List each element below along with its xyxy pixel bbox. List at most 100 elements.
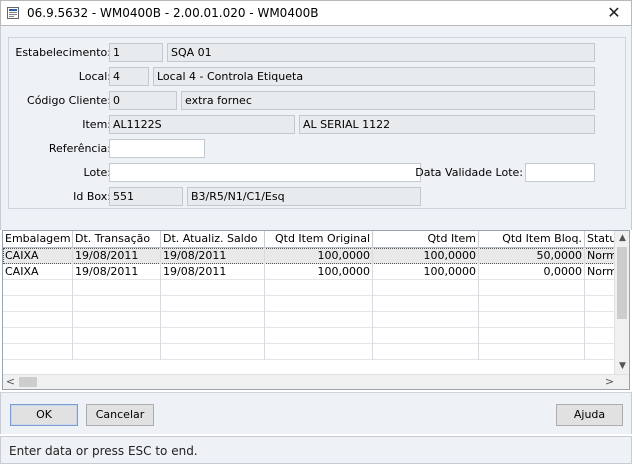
cell-qtd-item-original: 100,0000: [265, 248, 373, 264]
codigo-cliente-code-field[interactable]: 0: [109, 91, 177, 110]
cancel-button[interactable]: Cancelar: [86, 404, 154, 426]
header-form: Estabelecimento: 1 SQA 01 Local: 4 Local…: [8, 37, 626, 209]
vertical-scroll-thumb[interactable]: [617, 247, 627, 319]
empty-row: [3, 312, 615, 328]
empty-cell: [265, 312, 373, 328]
id-box-label: Id Box:: [73, 190, 111, 203]
horizontal-scroll-thumb[interactable]: [19, 377, 37, 387]
empty-cell: [3, 296, 73, 312]
status-message: Enter data or press ESC to end.: [9, 444, 198, 458]
cell-dt-transacao: 19/08/2011: [73, 248, 161, 264]
empty-cell: [373, 280, 479, 296]
estabelecimento-desc-field: SQA 01: [167, 43, 595, 62]
empty-row: [3, 280, 615, 296]
window-title: 06.9.5632 - WM0400B - 2.00.01.020 - WM04…: [27, 6, 319, 20]
empty-cell: [479, 328, 585, 344]
empty-cell: [73, 328, 161, 344]
help-button[interactable]: Ajuda: [556, 404, 623, 426]
empty-row: [3, 296, 615, 312]
referencia-label: Referência:: [48, 142, 111, 155]
empty-cell: [3, 328, 73, 344]
panel-separator: [0, 216, 632, 230]
empty-cell: [161, 296, 265, 312]
data-validade-lote-field[interactable]: [525, 163, 595, 182]
cell-embalagem: CAIXA: [3, 264, 73, 280]
app-icon: [7, 7, 19, 19]
header-form-panel: Estabelecimento: 1 SQA 01 Local: 4 Local…: [0, 26, 632, 216]
empty-cell: [161, 280, 265, 296]
empty-cell: [373, 296, 479, 312]
empty-cell: [265, 280, 373, 296]
cell-status: Normal: [585, 248, 615, 264]
empty-cell: [73, 344, 161, 360]
empty-cell: [3, 344, 73, 360]
empty-cell: [373, 312, 479, 328]
column-header-qtd-item[interactable]: Qtd Item: [373, 231, 479, 248]
close-icon[interactable]: ✕: [603, 3, 625, 23]
cell-dt-transacao: 19/08/2011: [73, 264, 161, 280]
empty-cell: [265, 328, 373, 344]
status-bar: Enter data or press ESC to end.: [0, 436, 632, 464]
empty-cell: [73, 296, 161, 312]
lote-field[interactable]: [109, 163, 421, 182]
cell-dt-atualiz-saldo: 19/08/2011: [161, 248, 265, 264]
id-box-desc-field: B3/R5/N1/C1/Esq: [187, 187, 421, 206]
horizontal-scrollbar[interactable]: < >: [3, 374, 629, 389]
empty-cell: [3, 312, 73, 328]
empty-cell: [161, 312, 265, 328]
id-box-code-field[interactable]: 551: [109, 187, 183, 206]
scroll-left-icon[interactable]: <: [3, 375, 18, 389]
estabelecimento-code-field[interactable]: 1: [109, 43, 163, 62]
table-row[interactable]: CAIXA 19/08/2011 19/08/2011 100,0000 100…: [3, 248, 615, 264]
cell-qtd-item: 100,0000: [373, 264, 479, 280]
saldo-grid[interactable]: Embalagem Dt. Transação Dt. Atualiz. Sal…: [2, 230, 630, 390]
local-label: Local:: [78, 70, 111, 83]
cell-qtd-item: 100,0000: [373, 248, 479, 264]
codigo-cliente-label: Código Cliente:: [27, 94, 111, 107]
empty-cell: [373, 328, 479, 344]
empty-cell: [479, 280, 585, 296]
empty-cell: [73, 312, 161, 328]
empty-cell: [73, 280, 161, 296]
scroll-up-icon[interactable]: ▲: [615, 231, 629, 246]
empty-cell: [161, 328, 265, 344]
empty-cell: [373, 344, 479, 360]
column-header-status[interactable]: Status: [585, 231, 615, 248]
column-header-embalagem[interactable]: Embalagem: [3, 231, 73, 248]
cell-dt-atualiz-saldo: 19/08/2011: [161, 264, 265, 280]
title-bar: 06.9.5632 - WM0400B - 2.00.01.020 - WM04…: [0, 0, 632, 26]
grid-header: Embalagem Dt. Transação Dt. Atualiz. Sal…: [3, 231, 615, 248]
scroll-right-icon[interactable]: >: [602, 375, 617, 389]
table-row[interactable]: CAIXA 19/08/2011 19/08/2011 100,0000 100…: [3, 264, 615, 280]
referencia-field[interactable]: [109, 139, 205, 158]
cell-embalagem: CAIXA: [3, 248, 73, 264]
empty-cell: [479, 296, 585, 312]
vertical-scrollbar[interactable]: ▲ ▼: [614, 231, 629, 374]
item-desc-field: AL SERIAL 1122: [299, 115, 595, 134]
empty-row: [3, 344, 615, 360]
empty-cell: [161, 344, 265, 360]
codigo-cliente-desc-field: extra fornec: [181, 91, 595, 110]
local-desc-field: Local 4 - Controla Etiqueta: [153, 67, 595, 86]
empty-cell: [3, 280, 73, 296]
cell-qtd-item-original: 100,0000: [265, 264, 373, 280]
column-header-dt-transacao[interactable]: Dt. Transação: [73, 231, 161, 248]
column-header-qtd-item-bloq[interactable]: Qtd Item Bloq.: [479, 231, 585, 248]
scroll-down-icon[interactable]: ▼: [615, 359, 629, 374]
empty-row: [3, 328, 615, 344]
empty-cell: [265, 296, 373, 312]
lote-label: Lote:: [83, 166, 111, 179]
empty-cell: [479, 312, 585, 328]
column-header-dt-atualiz-saldo[interactable]: Dt. Atualiz. Saldo: [161, 231, 265, 248]
ok-button[interactable]: OK: [10, 404, 78, 426]
local-code-field[interactable]: 4: [109, 67, 149, 86]
empty-cell: [265, 344, 373, 360]
empty-cell: [479, 344, 585, 360]
cell-qtd-item-bloq: 50,0000: [479, 248, 585, 264]
column-header-qtd-item-original[interactable]: Qtd Item Original: [265, 231, 373, 248]
button-bar: OK Cancelar Ajuda: [0, 392, 632, 434]
data-validade-lote-label: Data Validade Lote:: [415, 166, 523, 179]
cell-status: Normal: [585, 264, 615, 280]
item-code-field[interactable]: AL1122S: [109, 115, 295, 134]
cell-qtd-item-bloq: 0,0000: [479, 264, 585, 280]
